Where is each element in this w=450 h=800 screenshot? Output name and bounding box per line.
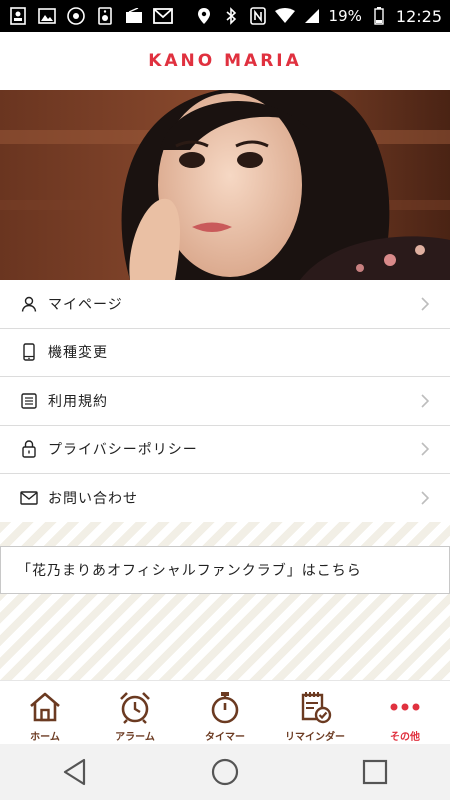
clock: 12:25: [395, 6, 442, 26]
alarm-clock-icon: [117, 689, 153, 725]
phone-icon: [20, 343, 38, 361]
chevron-right-icon: [421, 491, 430, 505]
gmail-icon: [153, 7, 173, 25]
fanclub-banner-link[interactable]: 「花乃まりあオフィシャルファンクラブ」はこちら: [0, 546, 450, 594]
menu-item-contact[interactable]: お問い合わせ: [0, 474, 450, 523]
battery-icon: [369, 7, 389, 25]
tab-label: ホーム: [30, 732, 60, 743]
tab-label: リマインダー: [285, 732, 345, 743]
menu-label: プライバシーポリシー: [48, 442, 198, 459]
more-dots-icon: [387, 689, 423, 725]
tab-more[interactable]: その他: [360, 681, 450, 744]
tab-timer[interactable]: タイマー: [180, 681, 270, 744]
hero-photo: [0, 90, 450, 280]
menu-label: マイページ: [48, 296, 123, 313]
nfc-icon: [248, 7, 268, 25]
back-triangle-icon: [63, 758, 86, 786]
person-icon: [20, 295, 38, 313]
menu-item-terms[interactable]: 利用規約: [0, 377, 450, 426]
bottom-tab-bar: ホーム アラーム タイマー リマインダー その他: [0, 680, 450, 744]
bluetooth-icon: [221, 7, 241, 25]
home-circle-icon: [211, 758, 239, 786]
app-header: KANO MARIA: [0, 32, 450, 90]
tab-label: その他: [390, 732, 420, 743]
menu-label: 利用規約: [48, 393, 108, 410]
document-icon: [20, 392, 38, 410]
menu-label: お問い合わせ: [48, 490, 138, 507]
app-logo: KANO MARIA: [148, 51, 302, 71]
tab-alarm[interactable]: アラーム: [90, 681, 180, 744]
signal-icon: [302, 7, 322, 25]
contacts-icon: [8, 7, 28, 25]
radio-icon: [124, 7, 144, 25]
lock-icon: [20, 440, 38, 458]
tab-label: アラーム: [115, 732, 155, 743]
speaker-icon: [95, 7, 115, 25]
tab-label: タイマー: [205, 732, 245, 743]
wifi-icon: [274, 7, 295, 25]
home-nav-button[interactable]: [205, 752, 245, 792]
menu-item-mypage[interactable]: マイページ: [0, 280, 450, 329]
recents-button[interactable]: [355, 752, 395, 792]
settings-menu: マイページ 機種変更 利用規約 プライバシーポリシー お問い合わせ: [0, 280, 450, 523]
home-icon: [27, 689, 63, 725]
menu-label: 機種変更: [48, 345, 108, 362]
back-button[interactable]: [55, 752, 95, 792]
chevron-right-icon: [421, 297, 430, 311]
location-icon: [194, 7, 214, 25]
battery-percent: 19%: [328, 7, 362, 25]
chevron-right-icon: [421, 442, 430, 456]
mail-icon: [20, 489, 38, 507]
chrome-icon: [66, 7, 86, 25]
reminder-note-icon: [297, 689, 333, 725]
stopwatch-icon: [207, 689, 243, 725]
chevron-right-icon: [421, 394, 430, 408]
menu-item-device-change[interactable]: 機種変更: [0, 329, 450, 377]
recents-square-icon: [362, 759, 388, 785]
system-nav-bar: [0, 744, 450, 800]
tab-home[interactable]: ホーム: [0, 681, 90, 744]
tab-reminder[interactable]: リマインダー: [270, 681, 360, 744]
status-bar: 19% 12:25: [0, 0, 450, 32]
menu-item-privacy-policy[interactable]: プライバシーポリシー: [0, 426, 450, 474]
gallery-icon: [37, 7, 57, 25]
